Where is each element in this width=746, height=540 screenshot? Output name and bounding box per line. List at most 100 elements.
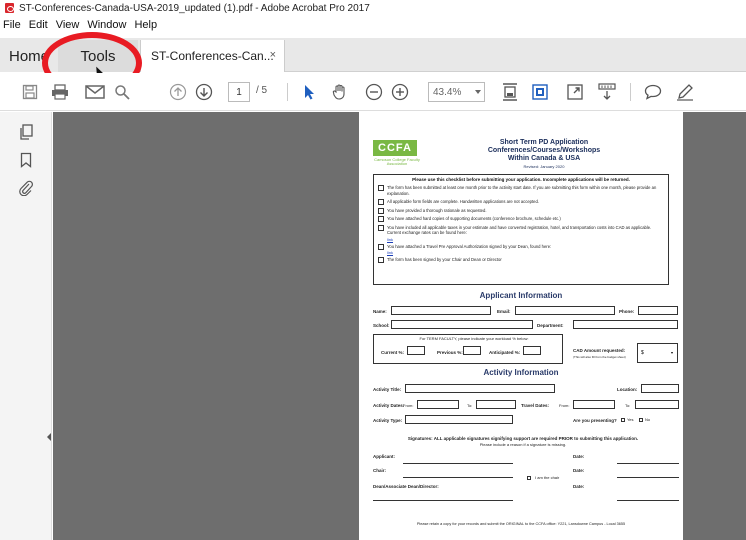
tab-bar: Home Tools ST-Conferences-Can... × <box>0 38 746 72</box>
toolbar-divider <box>287 83 288 101</box>
logo-subtitle: Camosun College Faculty Association <box>374 157 420 166</box>
activity-section-title: Activity Information <box>483 368 559 377</box>
page-number-input[interactable]: 1 <box>228 82 250 102</box>
ccfa-logo: CCFA <box>373 140 417 156</box>
activity-from-label: From: <box>403 403 414 408</box>
zoom-level-select[interactable]: 43.4% <box>428 82 485 102</box>
activity-to-label: To: <box>467 403 473 408</box>
activity-title-field[interactable] <box>405 384 555 393</box>
chair-date-line[interactable] <box>617 477 679 478</box>
bookmark-icon[interactable] <box>18 152 34 168</box>
pdf-page: CCFA Camosun College Faculty Association… <box>359 112 683 540</box>
save-icon[interactable] <box>20 82 40 102</box>
window-title: ST-Conferences-Canada-USA-2019_updated (… <box>19 2 370 14</box>
read-mode-icon[interactable] <box>597 82 617 102</box>
dean-date-line[interactable] <box>617 500 679 501</box>
zoom-in-icon[interactable] <box>390 82 410 102</box>
collapse-panel-icon[interactable] <box>46 430 52 444</box>
menu-edit[interactable]: Edit <box>29 19 48 31</box>
menu-view[interactable]: View <box>56 19 80 31</box>
checklist-item[interactable]: You have attached a Travel Pre Approval … <box>378 243 664 249</box>
i-am-chair-checkbox[interactable] <box>527 476 531 480</box>
dean-signature-line[interactable] <box>373 500 513 501</box>
heading-line-2: Conferences/Courses/Workshops <box>487 147 601 154</box>
travel-to-field[interactable] <box>635 400 679 409</box>
school-field[interactable] <box>391 320 533 329</box>
cad-amount-note: (This will also fill from the budget she… <box>573 355 626 359</box>
activity-from-field[interactable] <box>417 400 459 409</box>
menu-bar: File Edit View Window Help <box>0 17 746 33</box>
activity-title-label: Activity Title: <box>373 387 402 392</box>
applicant-date-line[interactable] <box>617 463 679 464</box>
tab-home[interactable]: Home <box>0 40 58 72</box>
attachment-icon[interactable] <box>18 180 34 197</box>
cad-amount-field[interactable]: $ ▾ <box>637 343 678 363</box>
previous-percent-field[interactable] <box>463 346 481 355</box>
travel-from-field[interactable] <box>573 400 615 409</box>
phone-label: Phone: <box>619 309 635 314</box>
document-viewer[interactable]: CCFA Camosun College Faculty Association… <box>53 112 746 540</box>
travel-to-label: To: <box>625 403 631 408</box>
pages-panel-icon[interactable] <box>18 124 34 140</box>
fit-page-icon[interactable] <box>500 82 520 102</box>
menu-window[interactable]: Window <box>87 19 126 31</box>
fullscreen-icon[interactable] <box>565 82 585 102</box>
pen-icon[interactable] <box>675 82 695 102</box>
name-field[interactable] <box>391 306 491 315</box>
checklist-item[interactable]: You have provided a thorough rationale a… <box>378 207 664 213</box>
name-label: Name: <box>373 309 387 314</box>
anticipated-percent-field[interactable] <box>523 346 541 355</box>
tab-document-label: ST-Conferences-Can... <box>151 49 274 63</box>
phone-field[interactable] <box>638 306 678 315</box>
presenting-no-checkbox[interactable] <box>639 418 643 422</box>
comment-icon[interactable] <box>643 82 663 102</box>
exchange-rate-link[interactable]: link <box>387 237 664 242</box>
page-down-icon[interactable] <box>194 82 214 102</box>
presenting-yes-label: Yes <box>627 417 634 422</box>
checklist-item[interactable]: You have included all applicable taxes i… <box>378 224 664 236</box>
checklist-item[interactable]: The form has been signed by your Chair a… <box>378 257 664 263</box>
travel-dates-label: Travel Dates: <box>521 403 550 408</box>
chair-signature-line[interactable] <box>403 477 513 478</box>
school-label: School: <box>373 323 390 328</box>
hand-icon[interactable] <box>330 82 350 102</box>
department-field[interactable] <box>573 320 678 329</box>
checklist-item[interactable]: The form has been submitted at least one… <box>378 185 664 196</box>
department-label: Department: <box>537 323 564 328</box>
location-field[interactable] <box>641 384 679 393</box>
tab-document[interactable]: ST-Conferences-Can... × <box>140 40 285 72</box>
menu-file[interactable]: File <box>3 19 21 31</box>
title-bar: ST-Conferences-Canada-USA-2019_updated (… <box>0 0 746 16</box>
dean-date-label: Date: <box>573 484 585 489</box>
activity-dates-label: Activity Dates: <box>373 403 405 408</box>
heading-line-3: Within Canada & USA <box>507 155 581 162</box>
heading-revision: Revised: January 2020 <box>523 164 565 169</box>
activity-to-field[interactable] <box>476 400 516 409</box>
applicant-signature-line[interactable] <box>403 463 513 464</box>
toolbar: 1 / 5 43.4% <box>0 73 746 111</box>
select-arrow-icon[interactable] <box>300 82 318 102</box>
close-icon[interactable]: × <box>270 49 276 61</box>
email-field[interactable] <box>515 306 615 315</box>
menu-help[interactable]: Help <box>134 19 157 31</box>
current-percent-label: Current %: <box>381 350 405 355</box>
scroll-mode-icon[interactable] <box>530 82 550 102</box>
zoom-out-icon[interactable] <box>364 82 384 102</box>
chair-signature-label: Chair: <box>373 468 387 473</box>
email-icon[interactable] <box>84 82 106 102</box>
checklist-item[interactable]: You have attached hard copies of support… <box>378 216 664 222</box>
activity-type-field[interactable] <box>405 415 513 424</box>
checklist-item[interactable]: All applicable form fields are complete.… <box>378 199 664 205</box>
presenting-yes-checkbox[interactable] <box>621 418 625 422</box>
previous-percent-label: Previous %: <box>437 350 463 355</box>
dean-signature-label: Dean/Associate Dean/Director: <box>373 484 439 489</box>
zoom-level-value: 43.4% <box>433 86 462 98</box>
search-icon[interactable] <box>112 82 132 102</box>
current-percent-field[interactable] <box>407 346 425 355</box>
signatures-note: Signatures: ALL applicable signatures si… <box>407 436 639 441</box>
page-up-icon[interactable] <box>168 82 188 102</box>
print-icon[interactable] <box>50 82 70 102</box>
activity-type-label: Activity Type: <box>373 418 403 423</box>
travel-preapproval-link[interactable]: link <box>387 250 664 255</box>
chevron-down-icon: ▾ <box>670 350 673 355</box>
